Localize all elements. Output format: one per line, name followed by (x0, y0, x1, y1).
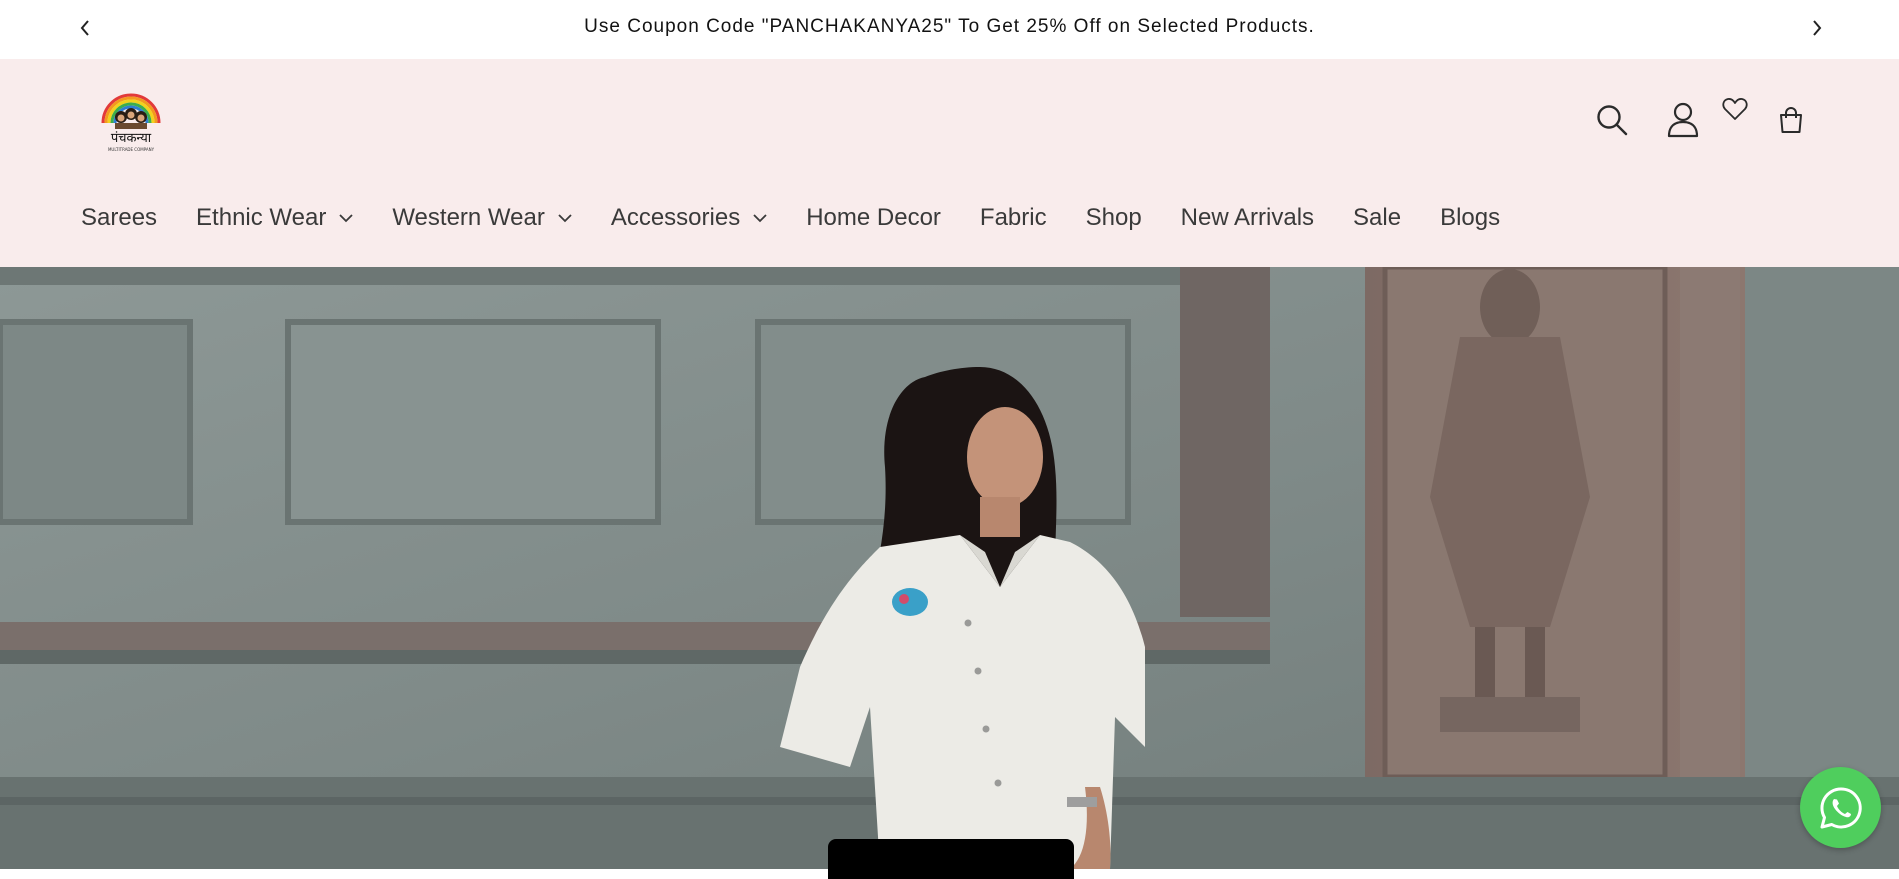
account-button[interactable] (1664, 101, 1702, 139)
nav-item-ethnic-wear[interactable]: Ethnic Wear (196, 204, 353, 232)
announcement-bar: Use Coupon Code "PANCHAKANYA25" To Get 2… (0, 0, 1899, 59)
site-logo[interactable]: पंचकन्या MULTITRADE COMPANY (98, 89, 164, 155)
nav-item-accessories[interactable]: Accessories (611, 204, 767, 232)
svg-text:पंचकन्या: पंचकन्या (111, 131, 152, 146)
logo-image: पंचकन्या MULTITRADE COMPANY (101, 93, 161, 152)
hero-image (0, 267, 1899, 869)
chevron-down-icon (753, 213, 767, 223)
nav-item-western-wear[interactable]: Western Wear (392, 204, 572, 232)
heart-icon (1722, 98, 1748, 120)
nav-item-label: New Arrivals (1180, 204, 1315, 231)
search-button[interactable] (1594, 102, 1630, 138)
nav-item-home-decor[interactable]: Home Decor (806, 204, 941, 232)
announcement-prev-button[interactable] (73, 16, 97, 40)
svg-text:MULTITRADE COMPANY: MULTITRADE COMPANY (108, 147, 155, 152)
announcement-text: Use Coupon Code "PANCHAKANYA25" To Get 2… (584, 15, 1315, 37)
nav-item-label: Fabric (979, 204, 1047, 231)
nav-item-label: Sale (1353, 204, 1402, 231)
chevron-down-icon (339, 213, 353, 223)
account-icon (1667, 102, 1699, 138)
site-header: पंचकन्या MULTITRADE COMPANY Sarees Ethni… (0, 59, 1899, 267)
cart-button[interactable] (1775, 104, 1807, 136)
nav-item-label: Blogs (1440, 204, 1501, 231)
nav-item-label: Shop (1085, 204, 1142, 231)
nav-item-label: Western Wear (392, 204, 545, 231)
chevron-left-icon (80, 20, 89, 36)
hero-cta-button[interactable] (828, 839, 1074, 879)
nav-item-sale[interactable]: Sale (1353, 204, 1401, 232)
nav-item-label: Accessories (610, 204, 741, 231)
search-icon (1597, 105, 1628, 136)
nav-item-sarees[interactable]: Sarees (81, 204, 157, 232)
chevron-right-icon (1813, 20, 1822, 36)
main-navigation: Sarees Ethnic Wear Western Wear Accessor… (81, 201, 1539, 235)
nav-item-blogs[interactable]: Blogs (1440, 204, 1500, 232)
hero-banner[interactable] (0, 267, 1899, 869)
whatsapp-icon (1819, 786, 1862, 828)
wishlist-button[interactable] (1720, 94, 1750, 124)
chevron-down-icon (558, 213, 572, 223)
nav-item-label: Sarees (81, 204, 158, 231)
nav-item-label: Home Decor (806, 204, 941, 231)
whatsapp-chat-button[interactable] (1800, 767, 1881, 848)
announcement-next-button[interactable] (1805, 16, 1829, 40)
nav-item-shop[interactable]: Shop (1086, 204, 1142, 232)
nav-item-fabric[interactable]: Fabric (980, 204, 1047, 232)
nav-item-label: Ethnic Wear (196, 204, 327, 231)
cart-icon (1780, 107, 1802, 133)
nav-item-new-arrivals[interactable]: New Arrivals (1181, 204, 1314, 232)
